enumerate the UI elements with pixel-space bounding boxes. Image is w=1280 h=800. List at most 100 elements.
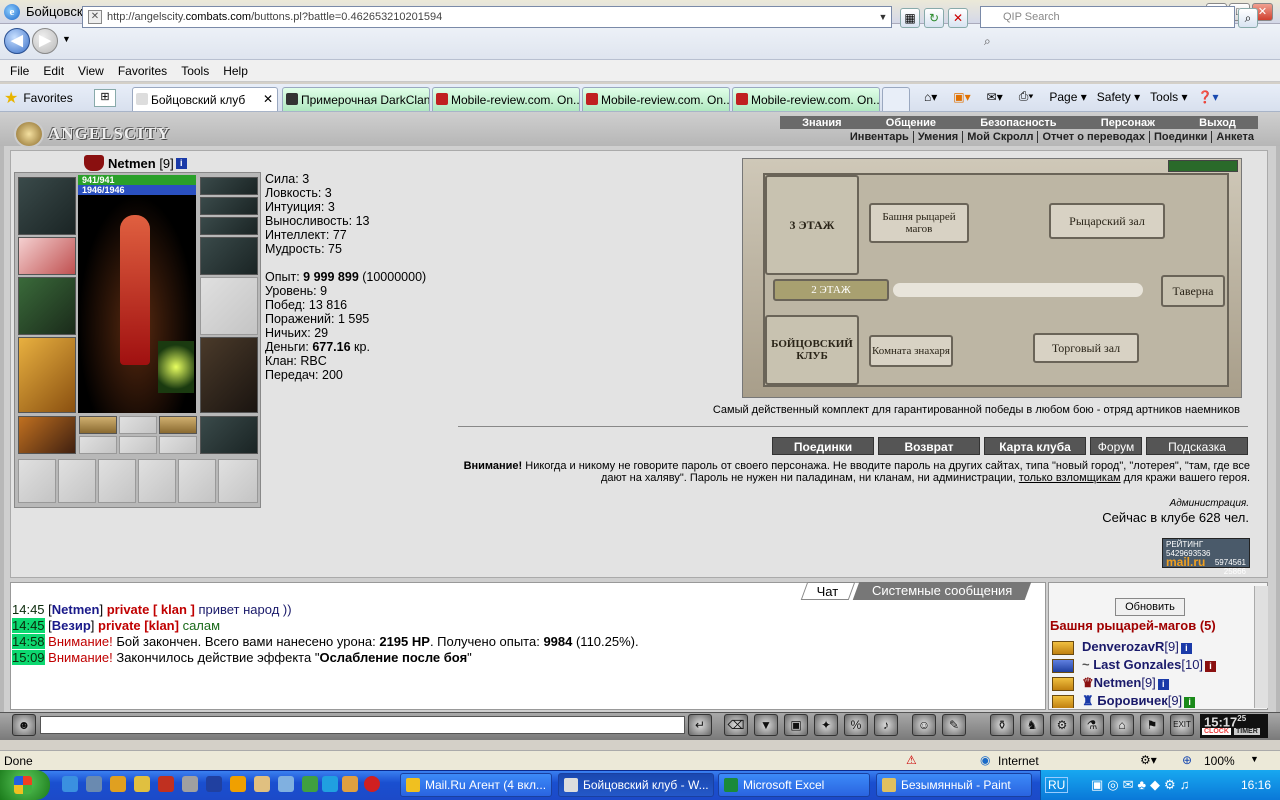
chat-nick[interactable]: Netmen — [52, 602, 100, 617]
user-name[interactable]: Боровичек — [1097, 693, 1167, 708]
potion-icon[interactable]: ⚗ — [1080, 714, 1104, 736]
forward-button[interactable]: ▶ — [32, 28, 58, 54]
bag-slot-3[interactable] — [98, 459, 136, 503]
bag-slot-4[interactable] — [138, 459, 176, 503]
menu-help[interactable]: Help — [223, 64, 248, 78]
protected-mode-icon[interactable]: ⚙▾ — [1140, 753, 1157, 767]
user-name[interactable]: Netmen — [1094, 675, 1142, 690]
shop-icon[interactable]: ⌂ — [1110, 714, 1134, 736]
attack-icon[interactable] — [1052, 694, 1074, 708]
fight-icon[interactable]: ✦ — [814, 714, 838, 736]
security-status-icon[interactable]: ⚠ — [906, 753, 917, 767]
tab-darkclan[interactable]: Примерочная DarkClan — [282, 87, 430, 111]
room-knights-hall[interactable]: Рыцарский зал — [1049, 203, 1165, 239]
tray-icons[interactable]: ▣◎✉♣◆⚙♫ — [1091, 777, 1193, 793]
opera-icon[interactable] — [364, 776, 380, 792]
room-floor2[interactable]: 2 ЭТАЖ — [773, 279, 889, 301]
quicklaunch-icon[interactable] — [158, 776, 174, 792]
forum-button[interactable]: Форум — [1090, 437, 1142, 455]
back-button[interactable]: ◀ — [4, 28, 30, 54]
favorites-button[interactable]: ★ Favorites — [4, 88, 73, 108]
room-mage-tower[interactable]: Башня рыцарей магов — [869, 203, 969, 243]
menu-security[interactable]: Безопасность — [980, 117, 1056, 129]
submenu-skills[interactable]: Умения — [912, 130, 962, 143]
stop-icon[interactable]: ✕ — [948, 8, 968, 28]
chat-nick[interactable]: Везир — [52, 618, 91, 633]
safety-menu[interactable]: Safety ▾ — [1097, 90, 1140, 104]
battles-button[interactable]: Поединки — [772, 437, 874, 455]
menu-edit[interactable]: Edit — [43, 64, 64, 78]
submenu-scroll[interactable]: Мой Скролл — [962, 130, 1037, 143]
ad-text[interactable]: Самый действенный комплект для гарантиро… — [460, 404, 1240, 416]
user-list-item[interactable]: DenverozavR[9] i — [1052, 638, 1192, 656]
language-indicator[interactable]: RU — [1045, 777, 1069, 793]
info-icon[interactable]: i — [175, 157, 187, 169]
submenu-profile[interactable]: Анкета — [1211, 130, 1258, 143]
quicklaunch-icon[interactable] — [230, 776, 246, 792]
bag-slot-2[interactable] — [58, 459, 96, 503]
quicklaunch-icon[interactable] — [134, 776, 150, 792]
tool-icon[interactable]: ⚙ — [1050, 714, 1074, 736]
user-name[interactable]: DenverozavR — [1082, 639, 1164, 654]
search-input[interactable]: QIP Search — [980, 6, 1235, 28]
shield-slot[interactable] — [200, 277, 258, 335]
taskbar-fight-club[interactable]: Бойцовский клуб - W... — [558, 773, 714, 797]
flag-icon[interactable]: ⚑ — [1140, 714, 1164, 736]
menu-character[interactable]: Персонаж — [1101, 117, 1155, 129]
exit-icon[interactable]: EXIT — [1170, 714, 1194, 736]
new-tab-button[interactable] — [882, 87, 910, 111]
bracers-slot[interactable] — [18, 237, 76, 275]
close-tab-icon[interactable]: ✕ — [263, 92, 273, 106]
taskbar-excel[interactable]: Microsoft Excel — [718, 773, 870, 797]
feeds-icon[interactable]: ▣▾ — [953, 90, 970, 104]
search-go-icon[interactable]: ⌕ — [1238, 8, 1258, 28]
quicklaunch-icon[interactable] — [302, 776, 318, 792]
menu-exit[interactable]: Выход — [1199, 117, 1236, 129]
translit-icon[interactable]: ✎ — [942, 714, 966, 736]
quicklaunch-icon[interactable] — [182, 776, 198, 792]
tab-system-messages[interactable]: Системные сообщения — [852, 582, 1032, 600]
clear-icon[interactable]: ⌫ — [724, 714, 748, 736]
rating-counter[interactable]: РЕЙТИНГ 5429693536 mail.ru 5974561 25866 — [1162, 538, 1250, 576]
scroll-slot-6[interactable] — [159, 436, 197, 454]
bag-icon[interactable]: ⚱ — [990, 714, 1014, 736]
smile-icon[interactable]: ☺ — [912, 714, 936, 736]
quicklaunch-icon[interactable] — [254, 776, 270, 792]
user-name[interactable]: Last Gonzales — [1093, 657, 1181, 672]
room-tavern[interactable]: Таверна — [1161, 275, 1225, 307]
chat-mode-icon[interactable]: ☻ — [12, 714, 36, 736]
submenu-battles[interactable]: Поединки — [1149, 130, 1211, 143]
weapon-slot[interactable] — [18, 277, 76, 335]
info-icon[interactable]: i — [1205, 661, 1217, 672]
zoom-level[interactable]: 100% — [1204, 754, 1235, 768]
send-icon[interactable]: ↵ — [688, 714, 712, 736]
boots-slot[interactable] — [200, 416, 258, 454]
menu-communication[interactable]: Общение — [886, 117, 936, 129]
room-healer[interactable]: Комната знахаря — [869, 335, 953, 367]
chat-private[interactable]: private [ klan ] — [107, 602, 195, 617]
room-fight-club[interactable]: БОЙЦОВСКИЙ КЛУБ — [765, 315, 859, 385]
menu-knowledge[interactable]: Знания — [802, 117, 841, 129]
room-floor3[interactable]: 3 ЭТАЖ — [765, 175, 859, 275]
users-scrollbar[interactable] — [1254, 586, 1268, 708]
percent-icon[interactable]: % — [844, 714, 868, 736]
return-button[interactable]: Возврат — [878, 437, 980, 455]
tab-chat[interactable]: Чат — [800, 582, 856, 600]
refresh-icon[interactable]: ↻ — [924, 8, 944, 28]
scroll-slot-5[interactable] — [119, 436, 157, 454]
hint-button[interactable]: Подсказка — [1146, 437, 1248, 455]
belt-slot[interactable] — [18, 416, 76, 454]
refresh-users-button[interactable]: Обновить — [1115, 598, 1185, 616]
user-list-item[interactable]: ♜ Боровичек[9] i — [1052, 692, 1196, 708]
rings-slot[interactable] — [200, 197, 258, 215]
info-icon[interactable]: i — [1157, 679, 1169, 690]
zoom-dropdown-icon[interactable]: ▼ — [1250, 754, 1259, 764]
clock-label[interactable]: CLOCK — [1202, 728, 1231, 735]
quicklaunch-icon[interactable] — [278, 776, 294, 792]
skype-icon[interactable] — [322, 776, 338, 792]
ie-quicklaunch-icon[interactable] — [62, 776, 78, 792]
menu-tools[interactable]: Tools — [181, 64, 209, 78]
sound-icon[interactable]: ♪ — [874, 714, 898, 736]
scroll-slot-3[interactable] — [159, 416, 197, 434]
scroll-slot-1[interactable] — [79, 416, 117, 434]
